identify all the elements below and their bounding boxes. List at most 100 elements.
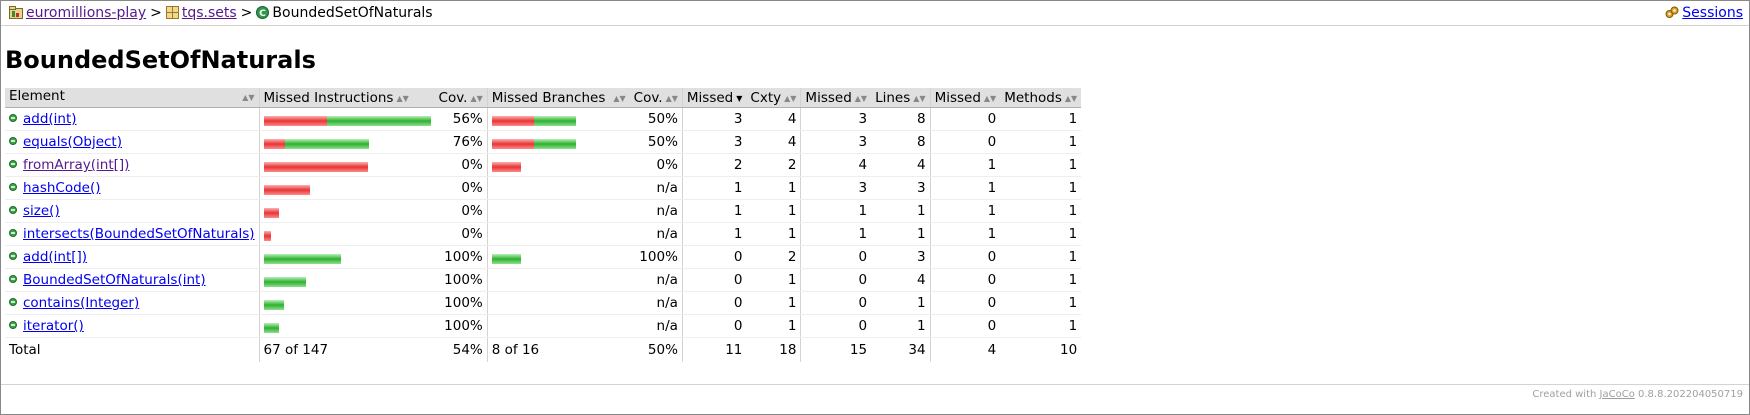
method-link[interactable]: contains(Integer) [23,295,139,311]
branches-bar [491,137,576,149]
missed-cxty: 3 [681,130,747,154]
header-missed-methods[interactable]: Missed ▲▼ [929,88,1001,108]
branches-bar [491,252,521,264]
branches-bar-cell [486,130,630,154]
jacoco-link[interactable]: JaCoCo [1600,389,1635,400]
element-cell: BoundedSetOfNaturals(int) [5,268,260,292]
breadcrumb-project-link[interactable]: euromillions-play [26,5,146,21]
breadcrumb-package-link[interactable]: tqs.sets [182,5,237,21]
method-link[interactable]: iterator() [23,318,84,334]
branches-bar-cell [486,314,630,338]
header-element-label: Element [9,88,65,104]
method-link[interactable]: fromArray(int[]) [23,157,129,173]
lines: 4 [871,268,931,292]
missed-methods: 0 [929,291,1001,315]
covered-bar [491,254,521,264]
total-instr-cov: 54% [452,342,483,358]
table-row: add(int[]) 100% 100% 0 2 0 3 0 1 [5,245,1082,269]
instructions-bar-cell [258,107,435,131]
branches-bar-cell [486,268,630,292]
header-missed-lines[interactable]: Missed ▲▼ [800,88,872,108]
header-missed-cxty[interactable]: Missed ▼ [681,88,747,108]
methods: 1 [1000,268,1082,292]
instructions-bar [263,114,431,126]
header-branch-cov[interactable]: Cov. ▲▼ [629,88,683,108]
branches-bar-cell [486,245,630,269]
missed-lines: 0 [800,314,872,338]
total-label: Total [9,342,41,358]
cxty: 2 [746,153,801,177]
methods: 1 [1000,314,1082,338]
method-link[interactable]: hashCode() [23,180,101,196]
missed-methods: 0 [929,107,1001,131]
sessions-link[interactable]: Sessions [1682,5,1743,21]
page-title: BoundedSetOfNaturals [5,46,316,74]
element-cell: hashCode() [5,176,260,200]
method-link[interactable]: BoundedSetOfNaturals(int) [23,272,206,288]
sort-icon: ▲▼ [784,93,797,103]
header-missed-branches[interactable]: Missed Branches ▲▼ [486,88,630,108]
missed-lines: 0 [800,245,872,269]
instructions-coverage: 56% [434,107,488,131]
breadcrumb-separator: > [240,5,253,21]
header-lines[interactable]: Lines ▲▼ [871,88,931,108]
missed-methods: 0 [929,245,1001,269]
method-link[interactable]: add(int) [23,111,77,127]
missed-cxty: 0 [681,291,747,315]
sort-icon: ▲▼ [396,93,409,103]
instructions-bar-cell [258,268,435,292]
method-link[interactable]: intersects(BoundedSetOfNaturals) [23,226,255,242]
methods: 1 [1000,107,1082,131]
branches-bar-cell [486,153,630,177]
missed-cxty: 3 [681,107,747,131]
missed-bar [263,208,279,218]
branches-coverage: 50% [629,130,683,154]
header-element[interactable]: Element ▲▼ [5,88,260,108]
method-public-icon [9,137,17,145]
missed-bar [491,116,534,126]
method-link[interactable]: equals(Object) [23,134,122,150]
missed-lines: 3 [800,130,872,154]
instructions-coverage: 100% [434,245,488,269]
instructions-coverage: 0% [434,153,488,177]
missed-cxty: 0 [681,245,747,269]
table-row: equals(Object) 76% 50% 3 4 3 8 0 1 [5,130,1082,154]
breadcrumb: euromillions-play > tqs.sets > C BoundedSe… [1,1,1749,26]
branches-coverage: 0% [629,153,683,177]
header-missed-cxty-label: Missed [686,89,734,106]
instructions-bar-cell [258,130,435,154]
footer: Created with JaCoCo 0.8.8.202204050719 [1,384,1749,400]
table-row: size() 0% n/a 1 1 1 1 1 1 [5,199,1082,223]
header-missed-instructions[interactable]: Missed Instructions ▲▼ [258,88,435,108]
covered-bar [263,300,284,310]
covered-bar [533,139,576,149]
method-link[interactable]: add(int[]) [23,249,87,265]
instructions-bar [263,252,341,264]
element-cell: equals(Object) [5,130,260,154]
instructions-coverage: 100% [434,268,488,292]
covered-bar [263,254,341,264]
instructions-bar [263,298,284,310]
element-cell: contains(Integer) [5,291,260,315]
missed-lines: 4 [800,153,872,177]
method-link[interactable]: size() [23,203,60,219]
missed-lines: 3 [800,176,872,200]
branches-bar-cell [486,176,630,200]
cxty: 1 [746,314,801,338]
header-cxty[interactable]: Cxty ▲▼ [746,88,801,108]
instructions-coverage: 0% [434,199,488,223]
missed-lines: 1 [800,222,872,246]
branches-coverage: n/a [629,314,683,338]
lines: 1 [871,222,931,246]
method-public-icon [9,206,17,214]
project-icon [9,3,23,27]
element-cell: add(int) [5,107,260,131]
cxty: 1 [746,199,801,223]
table-row: BoundedSetOfNaturals(int) 100% n/a 0 1 0 4 0 1 [5,268,1082,292]
cxty: 1 [746,268,801,292]
element-cell: size() [5,199,260,223]
branches-coverage: n/a [629,199,683,223]
header-instr-cov[interactable]: Cov. ▲▼ [434,88,488,108]
element-cell: fromArray(int[]) [5,153,260,177]
header-methods[interactable]: Methods ▲▼ [1000,88,1082,108]
